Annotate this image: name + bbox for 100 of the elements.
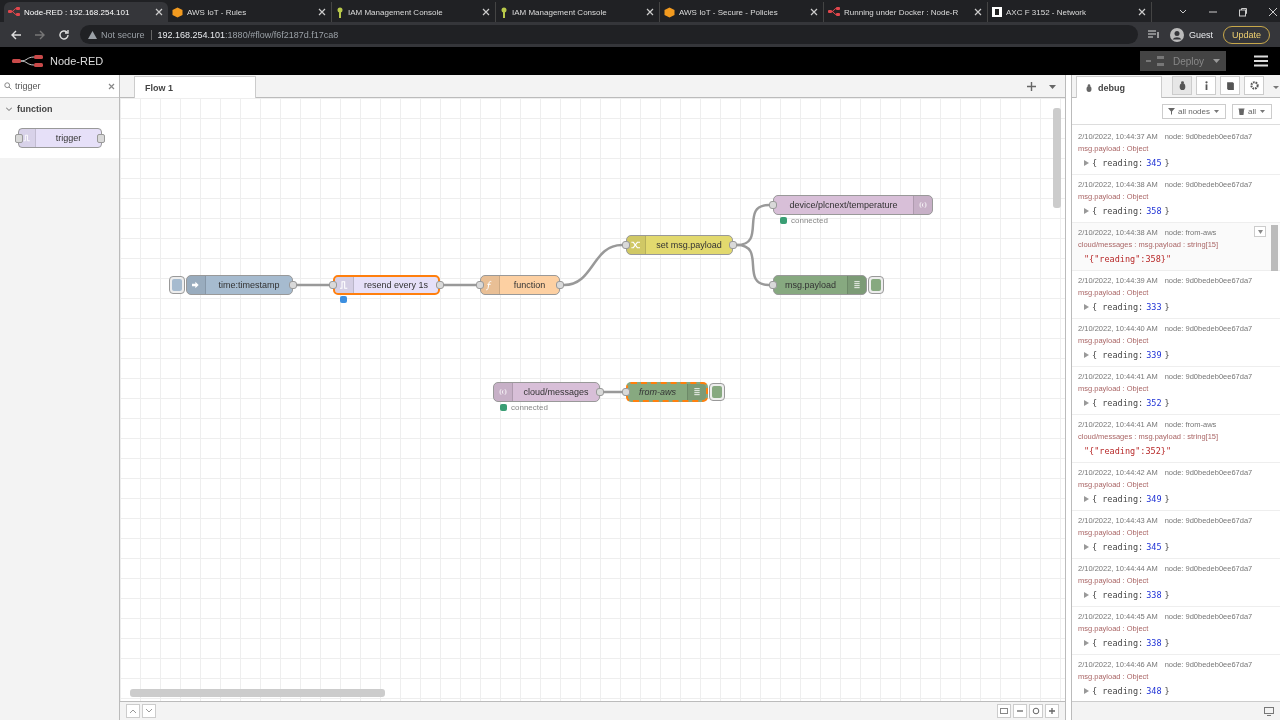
debug-toggle[interactable]	[709, 383, 725, 401]
inject-button[interactable]	[169, 276, 185, 294]
message-value[interactable]: { reading: 349 }	[1078, 490, 1262, 508]
flow-node[interactable]: set msg.payload	[626, 235, 733, 255]
flow-node[interactable]: time:timestamp	[186, 275, 293, 295]
message-value[interactable]: { reading: 339 }	[1078, 346, 1262, 364]
reload-icon[interactable]	[58, 28, 70, 41]
status-label: connected	[791, 216, 828, 225]
caret-icon[interactable]	[1048, 82, 1057, 91]
port-handle[interactable]	[622, 241, 630, 249]
close-icon[interactable]	[973, 7, 983, 17]
port-handle[interactable]	[769, 201, 777, 209]
scrollbar[interactable]	[1053, 108, 1061, 208]
zoom-in-button[interactable]	[1045, 704, 1059, 718]
expand-icon	[1084, 640, 1089, 646]
zoom-reset-button[interactable]	[1029, 704, 1043, 718]
flow-node[interactable]: function	[480, 275, 560, 295]
port-handle[interactable]	[436, 281, 444, 289]
port-handle[interactable]	[556, 281, 564, 289]
clear-icon[interactable]	[108, 82, 115, 90]
warning-icon	[88, 30, 97, 39]
minus-icon	[1016, 707, 1024, 715]
book-icon	[1225, 81, 1235, 90]
back-icon[interactable]	[10, 28, 22, 41]
flow-node[interactable]: msg.payload	[773, 275, 867, 295]
filter-button[interactable]: all nodes	[1161, 103, 1226, 119]
scrollbar[interactable]	[1271, 225, 1278, 271]
port-handle[interactable]	[729, 241, 737, 249]
flow-logo	[12, 54, 44, 68]
port-handle[interactable]	[769, 281, 777, 289]
menu-icon[interactable]	[1254, 55, 1268, 67]
debug-tab-button[interactable]	[1172, 76, 1192, 95]
restore-icon[interactable]	[1238, 7, 1248, 17]
palette-node[interactable]: trigger	[18, 128, 102, 148]
map-button[interactable]	[997, 704, 1011, 718]
wire[interactable]	[444, 283, 476, 287]
caret-icon	[1213, 107, 1220, 115]
wire[interactable]	[297, 283, 329, 287]
expand-icon	[1084, 160, 1089, 166]
message-value[interactable]: { reading: 348 }	[1078, 682, 1262, 700]
flow-tab[interactable]: Flow 1	[134, 76, 256, 98]
forward-icon[interactable]	[34, 28, 46, 41]
avatar-icon[interactable]	[1169, 27, 1184, 42]
flow-node[interactable]: cloud/messages	[493, 382, 600, 402]
filter-icon	[1167, 107, 1175, 115]
flow-node[interactable]: resend every 1s	[333, 275, 440, 295]
security-label: Not secure	[101, 29, 145, 40]
message-value[interactable]: { reading: 338 }	[1078, 586, 1262, 604]
close-icon[interactable]	[645, 7, 655, 17]
tool-button[interactable]	[142, 704, 156, 718]
address-bar[interactable]: Not secure 192.168.254.101:1880/#flow/f6f2187d.f17ca8	[80, 25, 1138, 44]
port-handle[interactable]	[476, 281, 484, 289]
browser-tab[interactable]: Node-RED : 192.168.254.101	[4, 2, 168, 22]
message-value[interactable]: { reading: 338 }	[1078, 634, 1262, 652]
close-icon[interactable]	[317, 7, 327, 17]
message-value[interactable]: { reading: 352 }	[1078, 394, 1262, 412]
help-tab-button[interactable]	[1220, 76, 1240, 95]
tool-button[interactable]	[126, 704, 140, 718]
sidebar-tab[interactable]: debug	[1076, 76, 1162, 98]
caret-icon[interactable]	[1272, 83, 1280, 91]
scrollbar[interactable]	[130, 689, 385, 697]
port-handle[interactable]	[622, 388, 630, 396]
port-handle[interactable]	[596, 388, 604, 396]
flow-logo-icon	[8, 7, 20, 17]
debug-toggle[interactable]	[868, 276, 884, 294]
message-value[interactable]: { reading: 358 }	[1078, 202, 1262, 220]
message-value[interactable]: { reading: 333 }	[1078, 298, 1262, 316]
map-icon	[1000, 707, 1008, 715]
caret-icon	[1257, 229, 1263, 234]
list-icon	[851, 279, 863, 291]
pulse-icon	[22, 133, 32, 143]
plus-icon[interactable]	[1027, 82, 1036, 91]
message-value[interactable]: { reading: 345 }	[1078, 154, 1262, 172]
clear-button[interactable]: all	[1232, 103, 1272, 119]
flow-node[interactable]: device/plcnext/temperature	[773, 195, 933, 215]
config-tab-button[interactable]	[1244, 76, 1264, 95]
update-button[interactable]: Update	[1222, 25, 1270, 44]
signal-icon	[497, 386, 509, 398]
close-icon[interactable]	[481, 7, 491, 17]
caret-icon	[1259, 107, 1266, 115]
port-handle[interactable]	[289, 281, 297, 289]
close-icon[interactable]	[1268, 7, 1278, 17]
wire[interactable]	[563, 243, 623, 287]
close-icon[interactable]	[1137, 7, 1147, 17]
close-icon[interactable]	[809, 7, 819, 17]
expand-icon	[1084, 208, 1089, 214]
zoom-out-button[interactable]	[1013, 704, 1027, 718]
close-icon[interactable]	[154, 7, 164, 17]
wire[interactable]	[604, 390, 622, 394]
expand-icon	[1084, 400, 1089, 406]
port-handle[interactable]	[329, 281, 337, 289]
profile-name: Guest	[1188, 29, 1213, 40]
flow-node[interactable]: from-aws	[626, 382, 708, 402]
playlist-icon[interactable]	[1147, 29, 1160, 40]
wire[interactable]	[736, 243, 770, 287]
bug-icon	[1177, 81, 1187, 90]
logo-icon	[992, 7, 1002, 17]
message-menu-button[interactable]	[1254, 226, 1266, 237]
message-value[interactable]: { reading: 345 }	[1078, 538, 1262, 556]
monitor-icon[interactable]	[1264, 706, 1274, 716]
